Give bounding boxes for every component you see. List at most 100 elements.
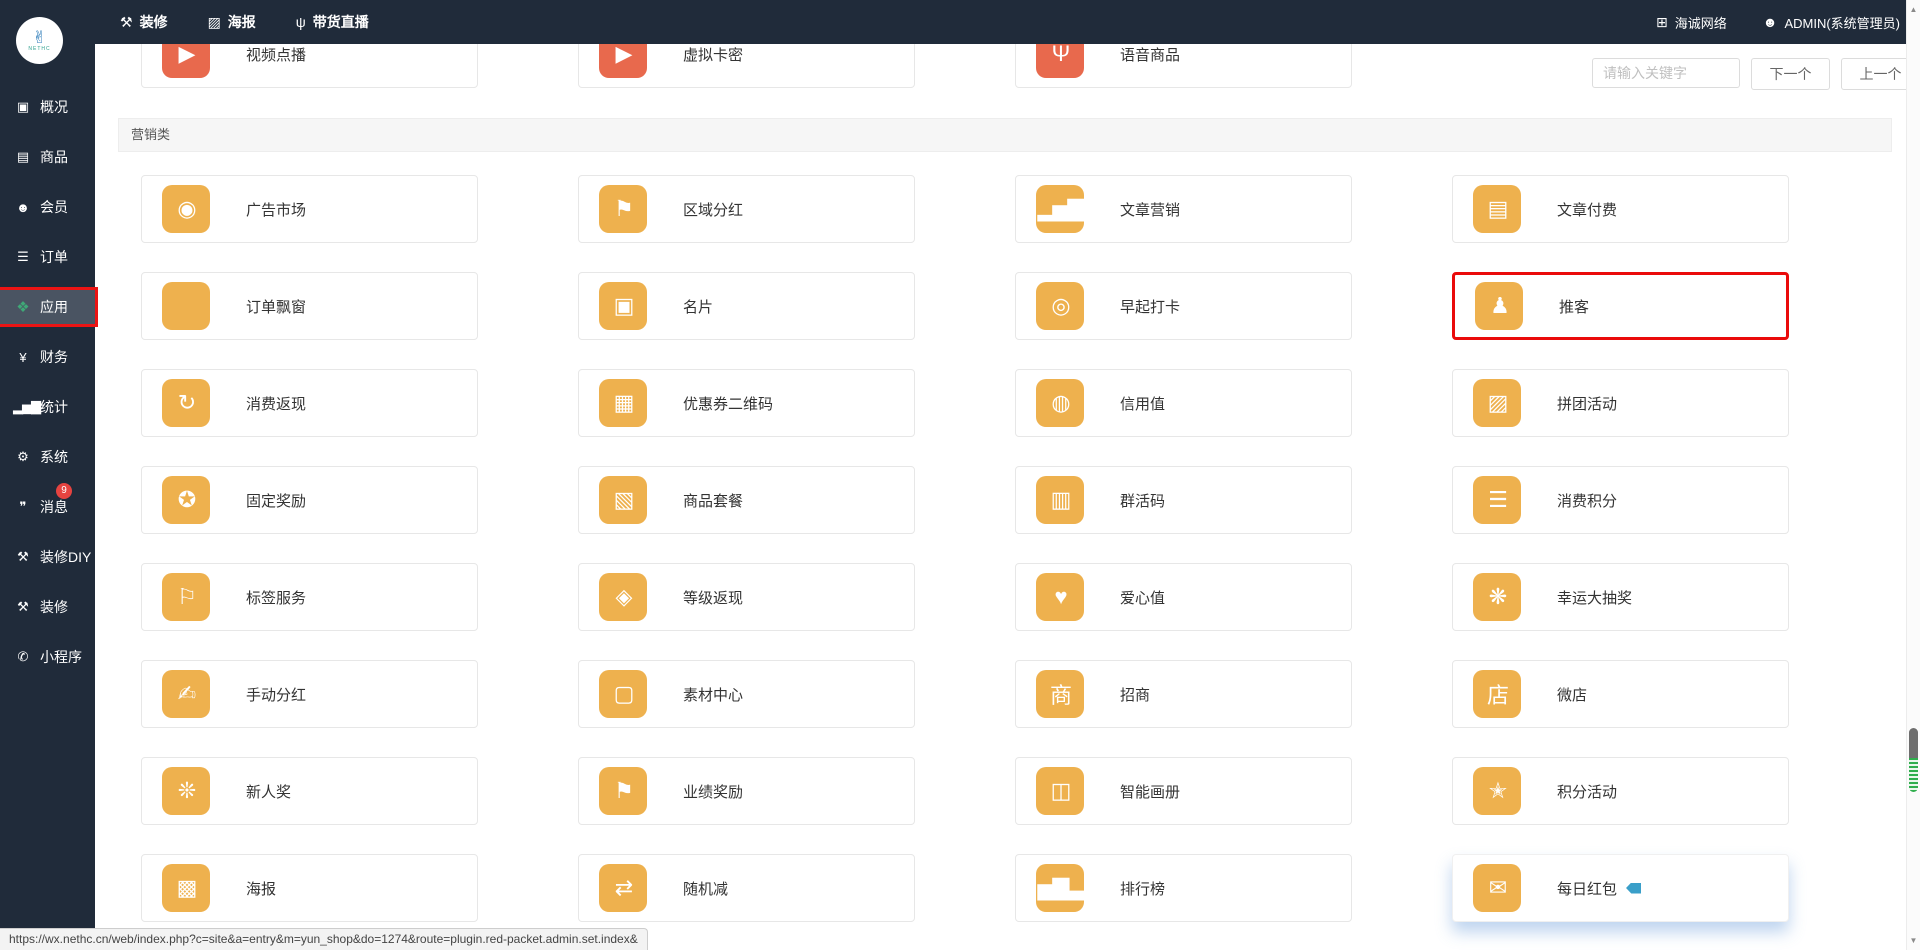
app-card-label: 随机减 — [683, 880, 729, 898]
app-card[interactable]: ☰ 消费积分 — [1452, 466, 1789, 534]
sidebar-item-statistics[interactable]: ▂▅▇ 统计 — [0, 390, 95, 424]
bar-chart-icon: ▂▅▇ — [13, 399, 41, 414]
message-count-badge: 9 — [56, 483, 72, 499]
app-card-label: 群活码 — [1120, 492, 1166, 510]
app-card-label: 文章营销 — [1120, 201, 1181, 219]
next-button[interactable]: 下一个 — [1751, 58, 1830, 90]
topbar-item-label: 装修 — [139, 14, 168, 30]
order-float-icon — [162, 282, 210, 330]
sidebar-item-label: 统计 — [40, 399, 68, 415]
search-input[interactable] — [1592, 58, 1740, 88]
app-card[interactable]: ▩ 海报 — [141, 854, 478, 922]
app-card-label: 智能画册 — [1120, 783, 1181, 801]
sidebar-item-messages[interactable]: ❞ 消息 9 — [0, 483, 95, 524]
app-card-label: 每日红包 — [1557, 880, 1618, 898]
app-card[interactable]: ▂▅▇ 文章营销 — [1015, 175, 1352, 243]
app-card[interactable]: ▨ 拼团活动 — [1452, 369, 1789, 437]
app-card-label: 视频点播 — [246, 46, 307, 64]
sidebar-item-label: 系统 — [40, 449, 68, 465]
sidebar-item-label: 装修 — [40, 599, 68, 615]
app-card[interactable]: ◫ 智能画册 — [1015, 757, 1352, 825]
app-card[interactable]: ↻ 消费返现 — [141, 369, 478, 437]
ad-market-icon: ◉ — [162, 185, 210, 233]
app-card[interactable]: ▅▇▃ 排行榜 — [1015, 854, 1352, 922]
app-card[interactable]: ◍ 信用值 — [1015, 369, 1352, 437]
sidebar: ▣ 概况 ▤ 商品 ☻ 会员 ☰ 订单 ❖ 应用 ¥ 财务 ▂▅▇ 统计 ⚙ 系统 ❞ 消息 9 ⚒… — [0, 44, 98, 950]
sidebar-item-goods[interactable]: ▤ 商品 — [0, 140, 95, 174]
sidebar-item-members[interactable]: ☻ 会员 — [0, 190, 95, 224]
price-tag-icon — [1626, 882, 1642, 894]
app-card-daily-red-packet[interactable]: ✉ 每日红包 — [1452, 854, 1789, 922]
app-card[interactable]: ▣ 名片 — [578, 272, 915, 340]
manual-dividend-icon: ✍ — [162, 670, 210, 718]
app-card[interactable]: ◎ 早起打卡 — [1015, 272, 1352, 340]
vertical-scrollbar[interactable]: ▲ ▼ — [1906, 0, 1920, 950]
app-card-label: 语音商品 — [1120, 46, 1181, 64]
app-card-label: 拼团活动 — [1557, 395, 1618, 413]
admin-label: ADMIN(系统管理员) — [1784, 15, 1900, 31]
sidebar-item-system[interactable]: ⚙ 系统 — [0, 440, 95, 474]
groupbuy-activity-icon: ▨ — [1473, 379, 1521, 427]
app-card-label: 排行榜 — [1120, 880, 1166, 898]
app-card[interactable]: 订单飘窗 — [141, 272, 478, 340]
app-card[interactable]: ⚑ 业绩奖励 — [578, 757, 915, 825]
network-menu[interactable]: ⊞ 海诚网络 — [1656, 13, 1727, 32]
app-card[interactable]: ◉ 广告市场 — [141, 175, 478, 243]
app-card[interactable]: 商 招商 — [1015, 660, 1352, 728]
sidebar-item-label: 小程序 — [40, 649, 82, 665]
hammer-icon: ⚒ — [17, 599, 29, 614]
topbar-item-decorate[interactable]: ⚒ 装修 — [120, 12, 168, 32]
tag-service-icon: ⚐ — [162, 573, 210, 621]
region-dividend-icon: ⚑ — [599, 185, 647, 233]
lucky-draw-icon: ❋ — [1473, 573, 1521, 621]
app-card[interactable]: ▦ 优惠券二维码 — [578, 369, 915, 437]
scroll-up-icon[interactable]: ▲ — [1907, 5, 1920, 14]
sidebar-item-decorate-diy[interactable]: ⚒ 装修DIY — [0, 540, 95, 574]
sidebar-item-orders[interactable]: ☰ 订单 — [0, 240, 95, 274]
app-card[interactable]: ✪ 固定奖励 — [141, 466, 478, 534]
cashback-icon: ↻ — [162, 379, 210, 427]
user-icon: ☻ — [1762, 14, 1778, 30]
dashboard-icon: ▣ — [16, 99, 29, 114]
logo-mark-icon: ✌ — [32, 28, 47, 47]
app-card-label: 幸运大抽奖 — [1557, 589, 1633, 607]
app-card[interactable]: ⚑ 区域分红 — [578, 175, 915, 243]
app-card[interactable]: ❊ 新人奖 — [141, 757, 478, 825]
topbar-item-poster[interactable]: ▨ 海报 — [208, 12, 256, 32]
love-value-icon: ♥ — [1036, 573, 1084, 621]
scroll-down-icon[interactable]: ▼ — [1907, 936, 1920, 945]
app-card[interactable]: ❋ 幸运大抽奖 — [1452, 563, 1789, 631]
sidebar-item-decorate[interactable]: ⚒ 装修 — [0, 590, 95, 624]
sidebar-item-overview[interactable]: ▣ 概况 — [0, 90, 95, 124]
material-center-icon: ▢ — [599, 670, 647, 718]
scrollbar-thumb[interactable] — [1909, 728, 1918, 792]
app-card[interactable]: ▧ 商品套餐 — [578, 466, 915, 534]
app-card[interactable]: ⚐ 标签服务 — [141, 563, 478, 631]
app-card[interactable]: ▤ 文章付费 — [1452, 175, 1789, 243]
brand-logo[interactable]: ✌ NETHC — [16, 17, 63, 64]
sidebar-item-miniprogram[interactable]: ✆ 小程序 — [0, 640, 95, 674]
link-preview-statusbar: https://wx.nethc.cn/web/index.php?c=site… — [0, 928, 648, 950]
app-card[interactable]: ✭ 积分活动 — [1452, 757, 1789, 825]
app-card[interactable]: ♥ 爱心值 — [1015, 563, 1352, 631]
sidebar-item-label: 财务 — [40, 349, 68, 365]
merchants-icon: 商 — [1036, 670, 1084, 718]
admin-account-menu[interactable]: ☻ ADMIN(系统管理员) — [1763, 13, 1900, 32]
app-card[interactable]: ✍ 手动分红 — [141, 660, 478, 728]
app-card[interactable]: ▢ 素材中心 — [578, 660, 915, 728]
performance-reward-icon: ⚑ — [599, 767, 647, 815]
app-card[interactable]: ◈ 等级返现 — [578, 563, 915, 631]
app-card[interactable]: ⇄ 随机减 — [578, 854, 915, 922]
app-card[interactable]: 店 微店 — [1452, 660, 1789, 728]
sidebar-item-finance[interactable]: ¥ 财务 — [0, 340, 95, 374]
app-card-promoter-highlighted[interactable]: ♟ 推客 — [1452, 272, 1789, 340]
section-header-marketing: 营销类 — [118, 118, 1892, 152]
cart-icon: ☰ — [17, 249, 29, 264]
sidebar-item-apps-active[interactable]: ❖ 应用 — [0, 287, 98, 327]
level-cashback-icon: ◈ — [599, 573, 647, 621]
app-card-label: 文章付费 — [1557, 201, 1618, 219]
microphone-stand-icon: ψ — [295, 14, 306, 30]
scrollbar-thumb-gray — [1909, 728, 1918, 758]
topbar-item-live-commerce[interactable]: ψ 带货直播 — [296, 12, 369, 32]
app-card[interactable]: ▥ 群活码 — [1015, 466, 1352, 534]
